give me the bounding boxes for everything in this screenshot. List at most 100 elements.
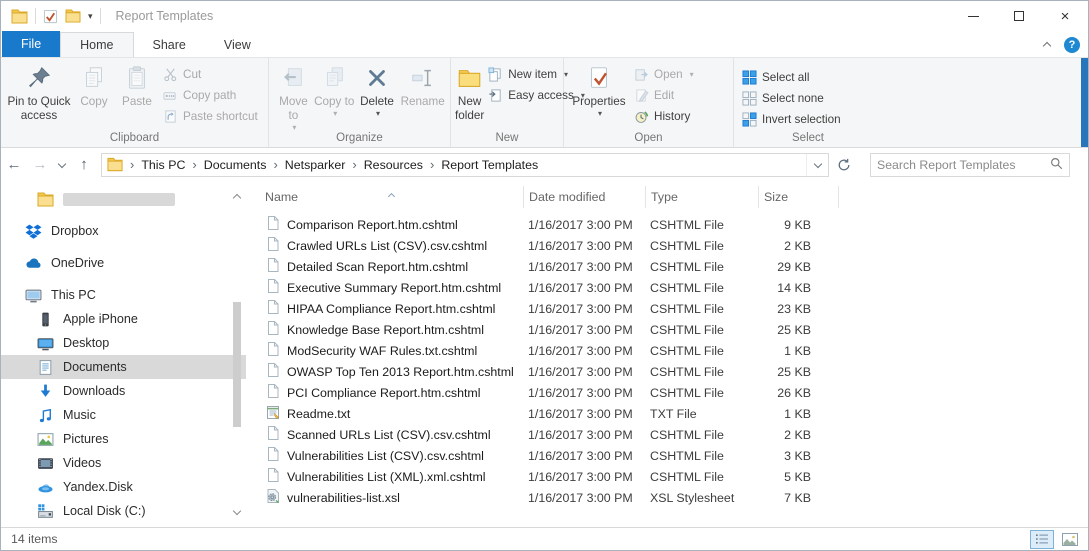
copy-path-button[interactable]: Copy path (159, 85, 262, 106)
file-row[interactable]: Vulnerabilities List (CSV).csv.cshtml1/1… (265, 445, 1088, 466)
forward-button[interactable]: → (27, 156, 53, 173)
address-dropdown-icon[interactable] (806, 154, 828, 176)
file-row[interactable]: Knowledge Base Report.htm.cshtml1/16/201… (265, 319, 1088, 340)
file-row[interactable]: Executive Summary Report.htm.cshtml1/16/… (265, 277, 1088, 298)
file-row[interactable]: PCI Compliance Report.htm.cshtml1/16/201… (265, 382, 1088, 403)
sidebar-item-pictures[interactable]: Pictures (1, 427, 246, 451)
file-row[interactable]: Vulnerabilities List (XML).xml.cshtml1/1… (265, 466, 1088, 487)
edit-button[interactable]: Edit (630, 85, 698, 106)
file-date-modified: 1/16/2017 3:00 PM (523, 386, 645, 400)
close-button[interactable]: × (1042, 1, 1088, 31)
sidebar-item-documents[interactable]: Documents (1, 355, 246, 379)
pictures-icon (37, 431, 54, 448)
search-input[interactable] (877, 158, 1050, 172)
file-row[interactable]: ModSecurity WAF Rules.txt.cshtml1/16/201… (265, 340, 1088, 361)
file-row[interactable]: Comparison Report.htm.cshtml1/16/2017 3:… (265, 214, 1088, 235)
sidebar-item-yandex-disk[interactable]: Yandex.Disk (1, 475, 246, 499)
file-row[interactable]: OWASP Top Ten 2013 Report.htm.cshtml1/16… (265, 361, 1088, 382)
file-row[interactable]: Detailed Scan Report.htm.cshtml1/16/2017… (265, 256, 1088, 277)
breadcrumb-item[interactable]: Report Templates (441, 158, 538, 172)
paste-icon (124, 65, 150, 91)
sidebar-item-apple-iphone[interactable]: Apple iPhone (1, 307, 246, 331)
back-button[interactable]: ← (1, 156, 27, 173)
file-row[interactable]: Crawled URLs List (CSV).csv.cshtml1/16/2… (265, 235, 1088, 256)
main-area: Dropbox OneDrive This PCApple iPhoneDeskto… (1, 182, 1088, 527)
column-header-size[interactable]: Size (758, 186, 839, 208)
copy-to-button[interactable]: Copy to▾ (314, 61, 355, 119)
copy-button[interactable]: Copy (73, 61, 115, 109)
maximize-button[interactable] (996, 1, 1042, 31)
qat-new-folder-icon[interactable] (65, 9, 81, 23)
file-row[interactable]: Scanned URLs List (CSV).csv.cshtml1/16/2… (265, 424, 1088, 445)
properties-button[interactable]: Properties▾ (568, 61, 630, 119)
sidebar-item-videos[interactable]: Videos (1, 451, 246, 475)
select-all-button[interactable]: Select all (738, 67, 845, 88)
paste-shortcut-button[interactable]: Paste shortcut (159, 106, 262, 127)
tab-view[interactable]: View (205, 33, 270, 57)
tab-home[interactable]: Home (60, 32, 133, 57)
explorer-app-icon (11, 9, 28, 24)
history-button[interactable]: History (630, 106, 698, 127)
details-view-button[interactable] (1030, 530, 1054, 549)
move-to-button[interactable]: Move to▾ (273, 61, 314, 133)
refresh-icon[interactable] (831, 158, 857, 172)
file-size: 2 KB (758, 428, 839, 442)
tab-file[interactable]: File (2, 31, 60, 57)
recent-locations-dropdown[interactable] (53, 161, 71, 169)
edit-icon (634, 88, 649, 103)
file-date-modified: 1/16/2017 3:00 PM (523, 260, 645, 274)
file-row[interactable]: Readme.txt1/16/2017 3:00 PMTXT File1 KB (265, 403, 1088, 424)
sidebar-item-desktop[interactable]: Desktop (1, 331, 246, 355)
file-date-modified: 1/16/2017 3:00 PM (523, 428, 645, 442)
tab-share[interactable]: Share (134, 33, 205, 57)
breadcrumb-item[interactable]: Documents (204, 158, 267, 172)
file-file-icon (265, 446, 281, 465)
cut-icon (163, 67, 178, 82)
help-icon[interactable]: ? (1064, 37, 1080, 53)
pin-to-quick-access-button[interactable]: Pin to Quick access (5, 61, 73, 123)
file-row[interactable]: vulnerabilities-list.xsl1/16/2017 3:00 P… (265, 487, 1088, 508)
select-none-button[interactable]: Select none (738, 88, 845, 109)
sidebar-item-pinned-folder[interactable] (1, 187, 246, 211)
pin-icon (26, 65, 52, 91)
column-header-date-modified[interactable]: Date modified (523, 186, 645, 208)
open-button[interactable]: Open▾ (630, 64, 698, 85)
sidebar-item-this-pc[interactable]: This PC (1, 283, 246, 307)
sidebar-item-music[interactable]: Music (1, 403, 246, 427)
breadcrumb-item[interactable]: This PC (141, 158, 185, 172)
file-type: CSHTML File (645, 449, 758, 463)
file-file-icon (265, 383, 281, 402)
new-folder-button[interactable]: New folder (455, 61, 484, 123)
large-icons-view-button[interactable] (1058, 530, 1082, 549)
scroll-up-icon[interactable] (234, 190, 240, 204)
cut-button[interactable]: Cut (159, 64, 262, 85)
address-bar[interactable]: ›This PC›Documents›Netsparker›Resources›… (101, 153, 829, 177)
sidebar-item-local-disk-c[interactable]: Local Disk (C:) (1, 499, 246, 523)
file-row[interactable]: HIPAA Compliance Report.htm.cshtml1/16/2… (265, 298, 1088, 319)
breadcrumb-item[interactable]: Netsparker (285, 158, 346, 172)
scroll-down-icon[interactable] (234, 505, 240, 519)
column-header-type[interactable]: Type (645, 186, 758, 208)
select-none-icon (742, 91, 757, 106)
invert-selection-button[interactable]: Invert selection (738, 109, 845, 130)
paste-button[interactable]: Paste (115, 61, 159, 109)
sidebar-scrollbar[interactable] (230, 184, 245, 525)
scrollbar-thumb[interactable] (233, 302, 241, 427)
ribbon-collapse-icon[interactable] (1044, 38, 1050, 52)
sidebar-item-onedrive[interactable]: OneDrive (1, 251, 246, 275)
up-button[interactable]: ↑ (71, 156, 97, 173)
qat-customize-dropdown[interactable]: ▾ (88, 11, 93, 22)
breadcrumb-item[interactable]: Resources (364, 158, 423, 172)
copy-icon (81, 65, 107, 91)
file-name: Vulnerabilities List (XML).xml.cshtml (287, 470, 486, 484)
delete-button[interactable]: Delete▾ (355, 61, 400, 119)
search-icon[interactable] (1050, 157, 1063, 173)
rename-button[interactable]: Rename (399, 61, 446, 109)
file-type: TXT File (645, 407, 758, 421)
sidebar-item-label: Documents (63, 360, 127, 374)
minimize-button[interactable] (950, 1, 996, 31)
column-header-name[interactable]: Name (265, 186, 523, 208)
qat-properties-icon[interactable] (43, 9, 58, 24)
sidebar-item-downloads[interactable]: Downloads (1, 379, 246, 403)
sidebar-item-dropbox[interactable]: Dropbox (1, 219, 246, 243)
